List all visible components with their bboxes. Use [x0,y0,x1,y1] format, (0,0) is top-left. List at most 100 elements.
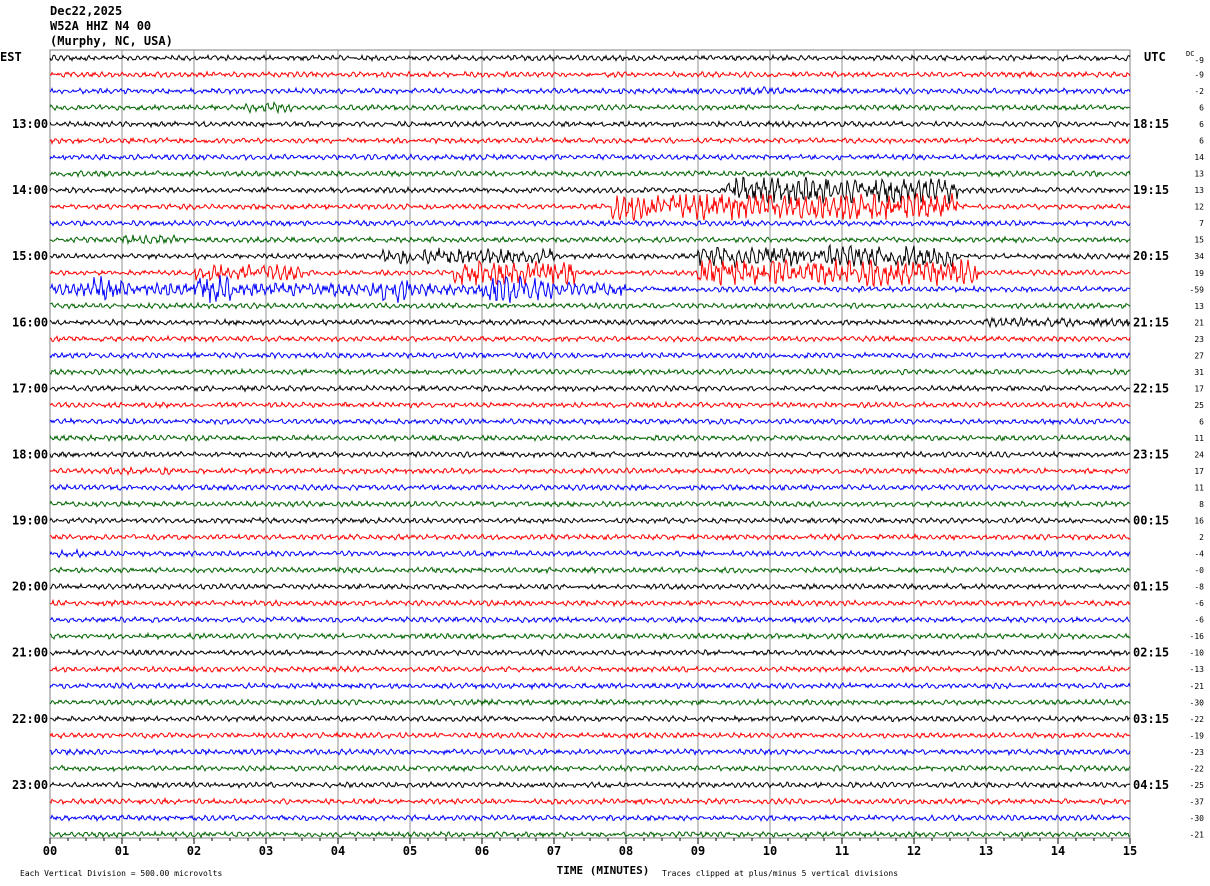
seismic-trace [49,101,1131,115]
dc-offset-label: 19 [1194,269,1204,278]
seismic-trace [49,169,1131,179]
x-tick-label: 08 [619,844,633,858]
x-tick-label: 14 [1051,844,1065,858]
seismic-trace [49,334,1131,343]
x-tick-label: 12 [907,844,921,858]
est-hour-label: 22:00 [12,712,48,726]
seismic-trace [49,258,1131,288]
seismic-trace [49,301,1131,310]
seismic-trace [49,796,1131,806]
seismic-trace [49,830,1131,839]
dc-offset-label: 17 [1194,384,1204,393]
est-hour-label: 19:00 [12,514,48,528]
x-tick-label: 04 [331,844,345,858]
est-hour-label: 17:00 [12,381,48,395]
x-tick-label: 06 [475,844,489,858]
seismic-trace [49,400,1131,410]
right-axis-label: UTC [1144,50,1166,64]
dc-offset-label: 2 [1199,533,1204,542]
seismic-trace [49,681,1131,691]
seismic-trace [49,193,1131,222]
seismic-trace [49,747,1131,757]
seismic-trace [49,465,1131,476]
seismic-trace [49,547,1131,559]
seismic-trace [49,764,1131,773]
x-tick-label: 03 [259,844,273,858]
dc-offset-label: 17 [1194,467,1204,476]
dc-offset-label: -22 [1190,715,1205,724]
dc-offset-label: -22 [1190,764,1205,773]
seismic-trace [49,351,1131,360]
seismic-trace [49,499,1131,509]
utc-hour-label: 04:15 [1133,778,1169,792]
seismic-trace [49,648,1131,658]
x-tick-label: 05 [403,844,417,858]
dc-offset-label: -0 [1194,566,1204,575]
x-tick-label: 15 [1123,844,1137,858]
seismic-trace [49,86,1131,96]
seismic-trace [49,233,1131,246]
dc-offset-label: -23 [1190,748,1205,757]
dc-offset-label: -16 [1190,632,1205,641]
utc-hour-label: 03:15 [1133,712,1169,726]
utc-hour-label: 18:15 [1133,117,1169,131]
seismic-trace [49,433,1131,443]
x-tick-label: 09 [691,844,705,858]
dc-offset-label: 12 [1194,203,1204,212]
x-tick-label: 01 [115,844,129,858]
seismic-trace [49,615,1131,625]
x-tick-label: 11 [835,844,849,858]
est-hour-label: 23:00 [12,778,48,792]
utc-hour-label: 01:15 [1133,580,1169,594]
seismic-trace [49,598,1131,608]
dc-offset-label: 21 [1194,318,1204,327]
seismic-trace [49,450,1131,459]
seismic-trace [49,136,1131,146]
est-hour-label: 13:00 [12,117,48,131]
dc-offset-label: 34 [1194,252,1204,261]
dc-offset-label: 15 [1194,236,1204,245]
seismic-trace [49,70,1131,80]
seismogram-plot: 00 01 02 03 04 05 06 07 08 09 10 11 12 13 14 15 TIME (MI… [0,49,1205,878]
scale-note: Each Vertical Division = 500.00 microvol… [20,869,222,878]
utc-hour-label: 23:15 [1133,447,1169,461]
dc-offset-label: -21 [1190,682,1205,691]
utc-hour-label: 19:15 [1133,183,1169,197]
helicorder: Dec22,2025 W52A HHZ N4 00 (Murphy, NC, U… [0,0,1210,886]
seismic-trace [49,731,1131,740]
est-hour-label: 14:00 [12,183,48,197]
x-tick-label: 10 [763,844,777,858]
dc-offset-label: 31 [1194,368,1204,377]
seismic-trace [49,664,1131,674]
dc-offset-label: -30 [1190,814,1205,823]
seismic-trace [49,417,1131,426]
dc-offset-label: -9 [1194,71,1204,80]
seismic-trace [49,367,1131,377]
dc-offset-label: 24 [1194,450,1204,459]
dc-label: DC [1186,50,1194,58]
seismic-trace [49,780,1131,789]
seismic-trace [49,218,1131,228]
dc-offset-label: -4 [1194,550,1204,559]
seismic-trace [49,153,1131,162]
dc-offset-label: 14 [1194,153,1204,162]
dc-offset-label: -9 [1194,56,1204,65]
dc-offset-label: -13 [1190,665,1205,674]
seismic-trace [49,697,1131,707]
x-tick-label: 07 [547,844,561,858]
dc-offset-label: 7 [1199,219,1204,228]
seismic-trace [49,243,1131,269]
seismic-trace [49,53,1131,63]
seismic-trace [49,631,1131,641]
utc-hour-label: 21:15 [1133,315,1169,329]
x-tick-label: 13 [979,844,993,858]
x-axis-title: TIME (MINUTES) [557,864,650,877]
dc-offset-label: 6 [1199,120,1204,129]
utc-hour-label: 02:15 [1133,646,1169,660]
dc-offset-label: -21 [1190,830,1205,839]
x-tick-label: 00 [43,844,57,858]
est-hour-label: 21:00 [12,646,48,660]
seismic-trace [49,120,1131,129]
seismic-trace [49,714,1131,724]
seismic-trace [49,316,1131,329]
